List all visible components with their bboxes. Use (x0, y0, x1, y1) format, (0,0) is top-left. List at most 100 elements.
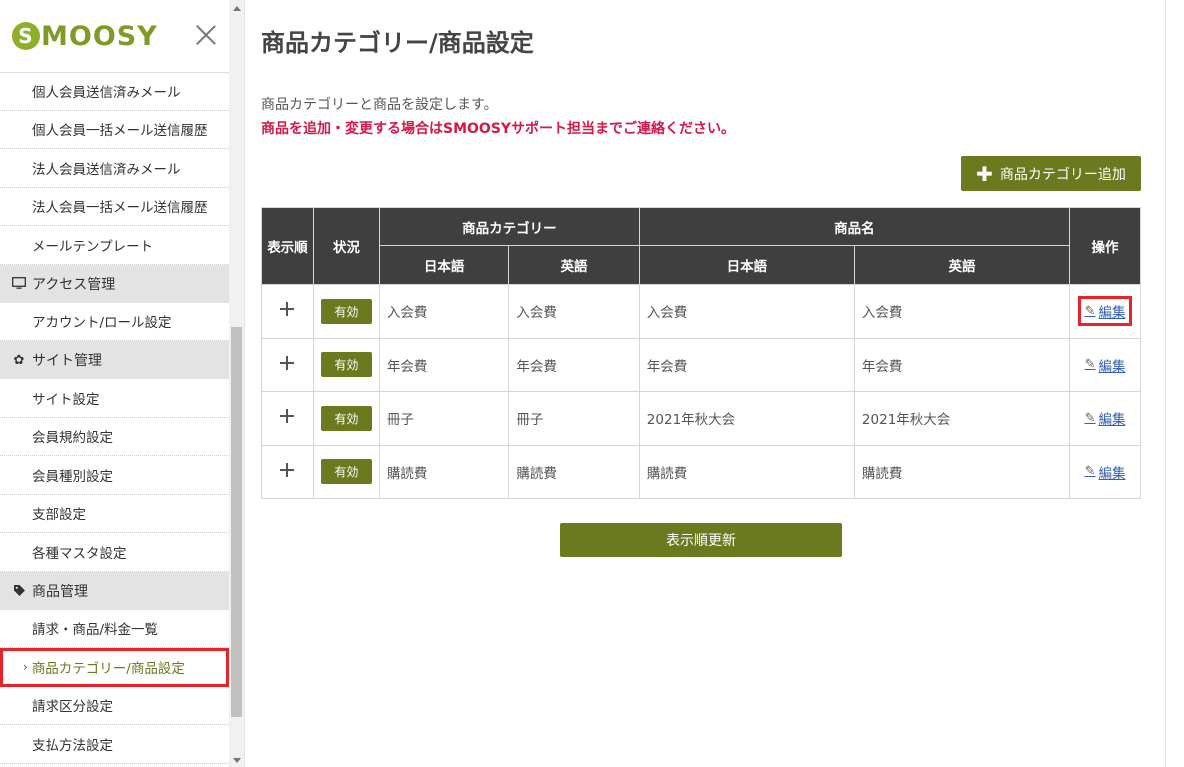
product-en-cell: 2021年秋大会 (853, 391, 1071, 446)
add-category-button[interactable]: ✚ 商品カテゴリー追加 (961, 156, 1141, 191)
sidebar-item-personal-bulk-history[interactable]: 個人会員一括メール送信履歴 (0, 111, 229, 149)
pencil-icon: ✎ (1084, 410, 1096, 426)
plus-icon: ✚ (976, 161, 993, 186)
app: S MOOSY 個人会員送信済みメール 個人会員一括メール送信履歴 法人会員送信… (0, 0, 1184, 767)
operation-cell: ✎ 編集 (1069, 391, 1141, 446)
drag-handle[interactable] (261, 391, 314, 446)
col-header-category: 商品カテゴリー (378, 207, 640, 246)
operation-cell: ✎ 編集 (1069, 284, 1141, 339)
sidebar-item-label: 会員規約設定 (32, 430, 113, 447)
sidebar-item-billing-class[interactable]: 請求区分設定 (0, 687, 229, 725)
pencil-icon: ✎ (1084, 303, 1096, 319)
table-row: 有効 冊子 冊子 2021年秋大会 2021年秋大会 ✎ 編集 (261, 391, 1141, 446)
sidebar-item-payment-method[interactable]: 支払方法設定 (0, 725, 229, 764)
update-order-button[interactable]: 表示順更新 (560, 523, 842, 557)
category-en-cell: 入会費 (508, 284, 640, 339)
main-content: 商品カテゴリー/商品設定 商品カテゴリーと商品を設定します。 商品を追加・変更す… (246, 0, 1166, 767)
status-badge: 有効 (320, 298, 372, 324)
logo[interactable]: S MOOSY (12, 21, 158, 52)
col-header-order: 表示順 (261, 207, 314, 285)
logo-face-icon: S (12, 22, 40, 50)
col-header-product-en: 英語 (853, 245, 1071, 285)
chevron-right-icon: › (23, 660, 28, 675)
sidebar-item-label: メールテンプレート (32, 238, 154, 255)
sidebar-item-member-types[interactable]: 会員種別設定 (0, 456, 229, 495)
sidebar-item-label: 個人会員送信済みメール (32, 85, 181, 102)
sidebar-section-label: サイト管理 (32, 353, 102, 369)
sidebar-item-billing-list[interactable]: 請求・商品/料金一覧 (0, 610, 229, 648)
move-icon[interactable] (280, 462, 295, 477)
drag-handle[interactable] (261, 284, 314, 339)
scroll-down-icon[interactable] (233, 758, 241, 763)
sidebar-item-account-role[interactable]: アカウント/ロール設定 (0, 303, 229, 341)
scroll-up-icon[interactable] (233, 6, 241, 11)
status-cell: 有効 (312, 337, 380, 392)
drag-handle[interactable] (261, 444, 314, 499)
col-header-category-ja: 日本語 (378, 245, 510, 285)
sidebar-item-label: 法人会員一括メール送信履歴 (32, 200, 208, 217)
operation-cell: ✎ 編集 (1069, 444, 1141, 499)
sidebar-item-personal-sent-mail[interactable]: 個人会員送信済みメール (0, 72, 229, 111)
status-badge: 有効 (320, 405, 372, 431)
sidebar-item-branch[interactable]: 支部設定 (0, 495, 229, 533)
category-en-cell: 冊子 (508, 391, 640, 446)
tag-icon (12, 584, 26, 597)
monitor-icon (12, 277, 26, 290)
sidebar-section-label: アクセス管理 (32, 276, 116, 293)
scrollbar-thumb[interactable] (231, 327, 242, 717)
sidebar-item-corporate-bulk-history[interactable]: 法人会員一括メール送信履歴 (0, 188, 229, 226)
add-category-label: 商品カテゴリー追加 (999, 166, 1126, 183)
edit-link[interactable]: ✎ 編集 (1077, 296, 1133, 327)
status-cell: 有効 (312, 391, 380, 446)
sidebar-scrollbar[interactable] (229, 0, 245, 767)
product-ja-cell: 入会費 (638, 284, 855, 339)
sidebar-item-site-settings[interactable]: サイト設定 (0, 379, 229, 418)
status-badge: 有効 (320, 459, 372, 485)
pencil-icon: ✎ (1084, 464, 1096, 480)
product-ja-cell: 年会費 (638, 337, 855, 392)
logo-text: MOOSY (41, 20, 158, 52)
edit-link[interactable]: ✎ 編集 (1082, 405, 1129, 431)
category-ja-cell: 購読費 (378, 444, 510, 499)
move-icon[interactable] (280, 302, 295, 317)
category-ja-cell: 年会費 (378, 337, 510, 392)
sidebar-item-member-terms[interactable]: 会員規約設定 (0, 418, 229, 456)
edit-link-label: 編集 (1098, 358, 1126, 375)
sidebar-item-product-category[interactable]: › 商品カテゴリー/商品設定 (0, 648, 229, 687)
sidebar: S MOOSY 個人会員送信済みメール 個人会員一括メール送信履歴 法人会員送信… (0, 0, 229, 767)
product-en-cell: 入会費 (853, 284, 1071, 339)
status-cell: 有効 (312, 444, 380, 499)
sidebar-item-label: アカウント/ロール設定 (32, 315, 172, 332)
sidebar-item-label: サイト設定 (32, 391, 100, 408)
page-notice: 商品を追加・変更する場合はSMOOSYサポート担当までご連絡ください。 (261, 121, 736, 137)
edit-link[interactable]: ✎ 編集 (1082, 352, 1129, 378)
sidebar-item-mail-template[interactable]: メールテンプレート (0, 226, 229, 265)
sidebar-item-label: 会員種別設定 (32, 468, 113, 485)
status-cell: 有効 (312, 284, 380, 339)
pencil-icon: ✎ (1084, 357, 1096, 373)
product-table: 表示順 状況 商品カテゴリー 商品名 操作 日本語 英語 日本語 英語 有効 入… (261, 207, 1141, 499)
status-badge: 有効 (320, 352, 372, 378)
sidebar-item-label: 支払方法設定 (32, 737, 113, 754)
move-icon[interactable] (280, 355, 295, 370)
sidebar-item-label: 各種マスタ設定 (32, 545, 127, 562)
close-icon[interactable] (193, 22, 219, 48)
page-description: 商品カテゴリーと商品を設定します。 (261, 97, 498, 113)
move-icon[interactable] (280, 409, 295, 424)
edit-link-label: 編集 (1098, 412, 1126, 429)
category-en-cell: 購読費 (508, 444, 640, 499)
product-en-cell: 年会費 (853, 337, 1071, 392)
sidebar-item-corporate-sent-mail[interactable]: 法人会員送信済みメール (0, 149, 229, 188)
col-header-product-ja: 日本語 (638, 245, 855, 285)
edit-link[interactable]: ✎ 編集 (1082, 459, 1129, 485)
page-title: 商品カテゴリー/商品設定 (261, 29, 534, 57)
sidebar-section-site[interactable]: ✿ サイト管理 (0, 341, 229, 379)
sidebar-item-label: 支部設定 (32, 507, 86, 524)
sidebar-item-master[interactable]: 各種マスタ設定 (0, 533, 229, 572)
logo-bar: S MOOSY (0, 0, 229, 72)
edit-link-label: 編集 (1098, 305, 1126, 322)
drag-handle[interactable] (261, 337, 314, 392)
sidebar-section-product[interactable]: 商品管理 (0, 571, 229, 610)
sidebar-section-access[interactable]: アクセス管理 (0, 264, 229, 303)
table-row: 有効 購読費 購読費 購読費 購読費 ✎ 編集 (261, 444, 1141, 499)
